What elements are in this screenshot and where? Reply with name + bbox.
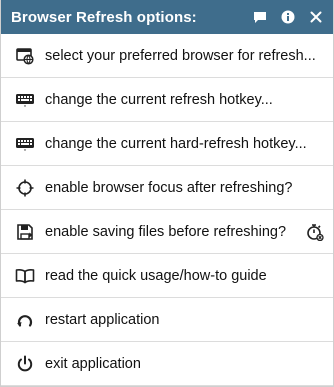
menu-item-label: enable saving files before refreshing? [45, 223, 287, 240]
info-icon[interactable] [279, 8, 297, 26]
menu-item-label: read the quick usage/how-to guide [45, 267, 267, 284]
title-bar-buttons [251, 8, 325, 26]
keyboard-icon [15, 90, 35, 110]
menu-item-exit[interactable]: exit application [1, 342, 333, 386]
menu-item-label: enable browser focus after refreshing? [45, 179, 293, 196]
book-icon [15, 266, 35, 286]
menu-item-browser-focus[interactable]: enable browser focus after refreshing? [1, 166, 333, 210]
power-icon [15, 354, 35, 374]
menu-item-label: change the current refresh hotkey... [45, 91, 273, 108]
browser-refresh-options-window: Browser Refresh options: select your pre… [0, 0, 334, 387]
keyboard-icon [15, 134, 35, 154]
menu-item-label: change the current hard-refresh hotkey..… [45, 135, 307, 152]
browser-globe-icon [15, 46, 35, 66]
menu-item-refresh-hotkey[interactable]: change the current refresh hotkey... [1, 78, 333, 122]
menu-item-usage-guide[interactable]: read the quick usage/how-to guide [1, 254, 333, 298]
menu-item-hard-refresh-hotkey[interactable]: change the current hard-refresh hotkey..… [1, 122, 333, 166]
options-menu: select your preferred browser for refres… [1, 34, 333, 386]
menu-item-label: restart application [45, 311, 160, 328]
stopwatch-icon[interactable] [305, 222, 325, 242]
restart-icon [15, 310, 35, 330]
chat-icon[interactable] [251, 8, 269, 26]
close-icon[interactable] [307, 8, 325, 26]
crosshair-icon [15, 178, 35, 198]
save-icon [15, 222, 35, 242]
menu-item-label: exit application [45, 355, 141, 372]
title-bar: Browser Refresh options: [1, 0, 333, 34]
menu-item-restart[interactable]: restart application [1, 298, 333, 342]
menu-item-label: select your preferred browser for refres… [45, 47, 316, 64]
menu-item-saving-files[interactable]: enable saving files before refreshing? [1, 210, 333, 254]
window-title: Browser Refresh options: [11, 8, 197, 26]
menu-item-select-browser[interactable]: select your preferred browser for refres… [1, 34, 333, 78]
